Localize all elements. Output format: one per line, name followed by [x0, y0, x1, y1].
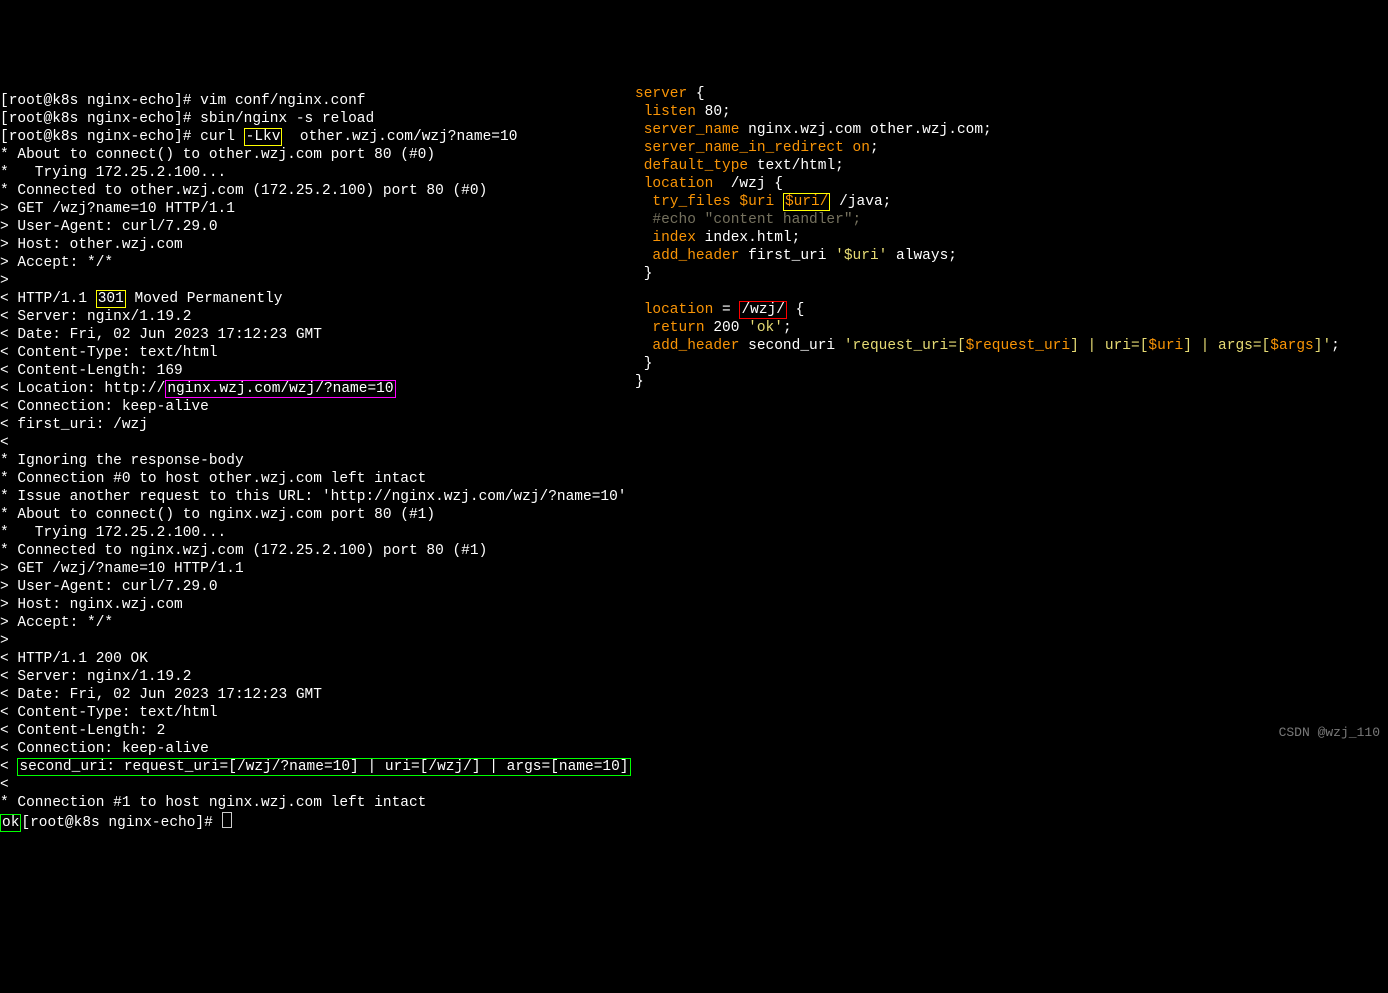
watermark: CSDN @wzj_110 — [1279, 724, 1380, 742]
prompt-line-2: [root@k8s nginx-echo]# sbin/nginx -s rel… — [0, 111, 374, 127]
prompt-line-1: [root@k8s nginx-echo]# vim conf/nginx.co… — [0, 93, 365, 109]
location-header-line: < Location: http://nginx.wzj.com/wzj/?na… — [0, 380, 396, 398]
uri-slash-box: $uri/ — [783, 193, 831, 211]
second-uri-line: < second_uri: request_uri=[/wzj/?name=10… — [0, 758, 631, 776]
status-301-box: 301 — [96, 290, 126, 308]
nginx-config: server { listen 80; server_name nginx.wz… — [635, 67, 1340, 391]
ok-box: ok — [0, 814, 21, 832]
cursor-icon — [222, 812, 232, 828]
wzj-slash-box: /wzj/ — [739, 301, 787, 319]
final-prompt-line[interactable]: ok[root@k8s nginx-echo]# — [0, 815, 232, 831]
redirect-url-box: nginx.wzj.com/wzj/?name=10 — [165, 380, 395, 398]
prompt-line-3: [root@k8s nginx-echo]# curl -Lkv other.w… — [0, 128, 517, 146]
http-301-line: < HTTP/1.1 301 Moved Permanently — [0, 290, 282, 308]
second-uri-box: second_uri: request_uri=[/wzj/?name=10] … — [17, 758, 630, 776]
curl-flags-box: -Lkv — [244, 128, 283, 146]
curl-output-block1: * About to connect() to other.wzj.com po… — [0, 147, 487, 289]
